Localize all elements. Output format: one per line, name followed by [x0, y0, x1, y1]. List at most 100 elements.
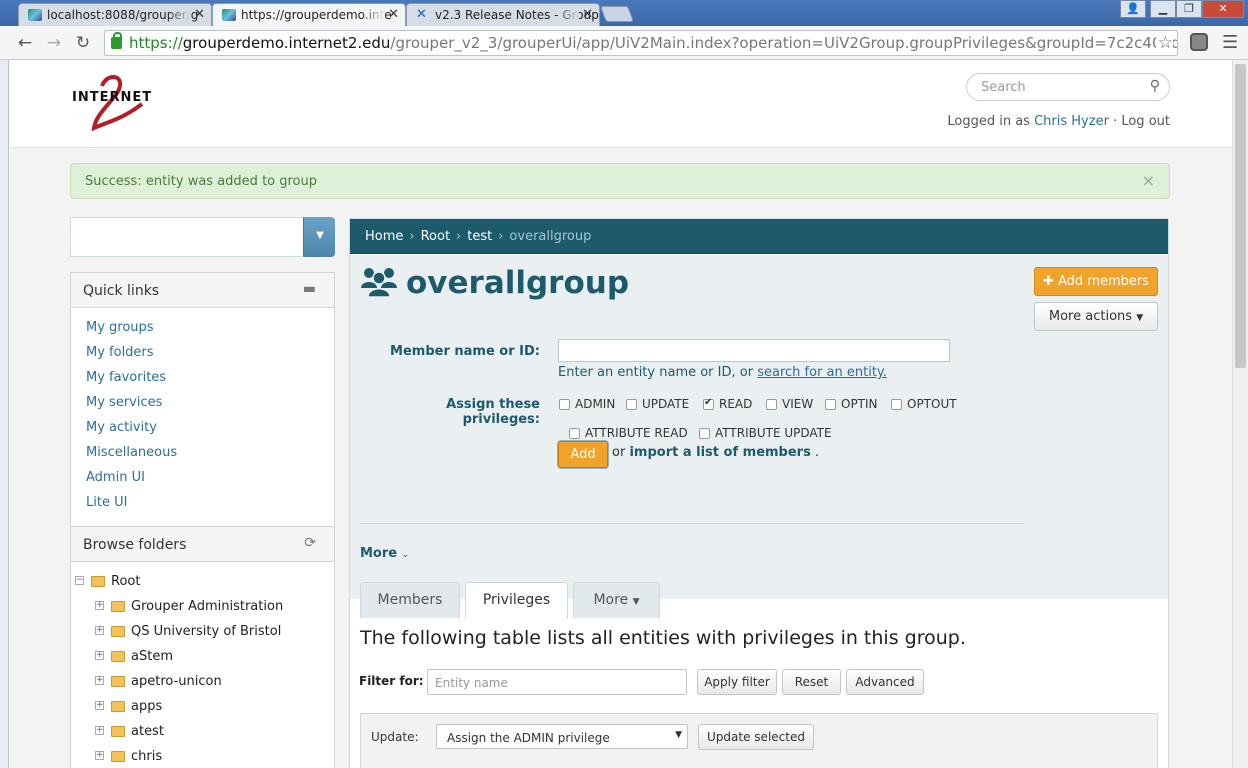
- browser-tab-grouperdemo[interactable]: https://grouperdemo.inte ✕: [212, 3, 406, 26]
- tab-more[interactable]: More ▼: [573, 582, 660, 618]
- more-actions-button[interactable]: More actions ▼: [1034, 302, 1158, 331]
- user-name-link[interactable]: Chris Hyzer: [1034, 114, 1109, 129]
- tree-node-folder[interactable]: + QS University of Bristol: [75, 624, 334, 649]
- address-bar[interactable]: https://grouperdemo.internet2.edu/groupe…: [104, 30, 1178, 56]
- search-icon[interactable]: ⚲: [1150, 78, 1160, 94]
- privilege-view-checkbox[interactable]: VIEW: [766, 397, 813, 411]
- bookmark-star-icon[interactable]: ☆: [1155, 31, 1173, 55]
- checkbox-box[interactable]: [559, 399, 570, 410]
- back-arrow-icon[interactable]: ←: [14, 32, 36, 54]
- import-members-link[interactable]: import a list of members: [629, 445, 810, 460]
- reset-button[interactable]: Reset: [782, 669, 841, 695]
- privilege-attribute-update-checkbox[interactable]: ATTRIBUTE UPDATE: [699, 426, 832, 440]
- quick-link-my-favorites[interactable]: My favorites: [86, 370, 334, 395]
- browser-tab-release-notes[interactable]: ✕ v2.3 Release Notes - Group ✕: [406, 3, 600, 26]
- new-tab-button[interactable]: [600, 6, 634, 22]
- internet2-logo[interactable]: INTERNET: [72, 72, 162, 136]
- tree-node-folder[interactable]: + atest: [75, 724, 334, 749]
- privilege-update-checkbox[interactable]: UPDATE: [626, 397, 689, 411]
- tab-label: Privileges: [482, 592, 551, 608]
- tree-node-root[interactable]: − Root: [75, 574, 334, 599]
- tree-node-folder[interactable]: + aStem: [75, 649, 334, 674]
- breadcrumb-test[interactable]: test: [467, 229, 492, 244]
- chevron-down-icon[interactable]: ▼: [305, 217, 335, 257]
- alert-message: Success: entity was added to group: [85, 174, 318, 189]
- add-button[interactable]: Add: [558, 441, 608, 468]
- restore-icon[interactable]: ❐: [1176, 0, 1202, 18]
- tab-members[interactable]: Members: [360, 582, 460, 618]
- advanced-button[interactable]: Advanced: [846, 669, 924, 695]
- checkbox-box[interactable]: [825, 399, 836, 410]
- tree-node-label: atest: [131, 724, 164, 739]
- create-group-button[interactable]: ✚ Create new group ▼: [70, 217, 335, 257]
- checkbox-label: VIEW: [782, 397, 814, 411]
- apply-filter-button[interactable]: Apply filter: [697, 669, 777, 695]
- checkbox-box[interactable]: [699, 428, 710, 439]
- quick-links-list: My groups My folders My favorites My ser…: [71, 308, 334, 520]
- tab-privileges[interactable]: Privileges: [465, 582, 568, 619]
- reload-icon[interactable]: ↻: [72, 32, 94, 54]
- collapse-icon[interactable]: ▬: [303, 281, 316, 297]
- filter-input[interactable]: Entity name: [427, 669, 687, 695]
- quick-link-my-folders[interactable]: My folders: [86, 345, 334, 370]
- search-entity-link[interactable]: search for an entity.: [757, 365, 887, 380]
- window-close-icon[interactable]: ✕: [1202, 0, 1244, 18]
- extension-icon[interactable]: [1190, 33, 1208, 51]
- quick-link-my-services[interactable]: My services: [86, 395, 334, 420]
- expand-node-icon[interactable]: +: [95, 676, 104, 685]
- quick-link-miscellaneous[interactable]: Miscellaneous: [86, 445, 334, 470]
- quick-link-my-activity[interactable]: My activity: [86, 420, 334, 445]
- quick-link-lite-ui[interactable]: Lite UI: [86, 495, 334, 520]
- close-tab-icon[interactable]: ✕: [388, 7, 399, 22]
- checkbox-box[interactable]: [569, 428, 580, 439]
- refresh-icon[interactable]: ⟳: [304, 535, 316, 551]
- breadcrumb-root[interactable]: Root: [421, 229, 450, 244]
- privilege-read-checkbox[interactable]: READ: [703, 397, 752, 411]
- tree-node-folder[interactable]: + chris: [75, 749, 334, 768]
- checkbox-box[interactable]: [766, 399, 777, 410]
- user-icon[interactable]: 👤: [1120, 0, 1146, 18]
- create-group-main[interactable]: ✚ Create new group: [70, 217, 304, 257]
- privilege-optout-checkbox[interactable]: OPTOUT: [891, 397, 957, 411]
- member-name-input[interactable]: [558, 339, 950, 362]
- browser-tab-localhost[interactable]: localhost:8088/grouper/g ✕: [18, 3, 212, 26]
- tree-node-folder[interactable]: + apetro-unicon: [75, 674, 334, 699]
- browser-menu-icon[interactable]: ☰: [1222, 32, 1238, 53]
- browse-folders-header: Browse folders ⟳: [71, 527, 334, 562]
- checkbox-box[interactable]: [891, 399, 902, 410]
- quick-link-my-groups[interactable]: My groups: [86, 320, 334, 345]
- privilege-optin-checkbox[interactable]: OPTIN: [825, 397, 878, 411]
- quick-link-admin-ui[interactable]: Admin UI: [86, 470, 334, 495]
- page-scrollbar[interactable]: [1232, 60, 1248, 768]
- privileges-table-title: The following table lists all entities w…: [360, 627, 966, 649]
- checkbox-box[interactable]: [626, 399, 637, 410]
- add-members-button[interactable]: ✚ Add members: [1034, 267, 1158, 296]
- expand-node-icon[interactable]: +: [95, 626, 104, 635]
- more-toggle[interactable]: More ⌄: [360, 546, 409, 561]
- privilege-action-select[interactable]: Assign the ADMIN privilege ▼: [436, 724, 688, 749]
- dropdown-arrow-icon: ▼: [675, 730, 682, 740]
- expand-node-icon[interactable]: +: [95, 651, 104, 660]
- expand-node-icon[interactable]: +: [95, 751, 104, 760]
- checkbox-box-checked[interactable]: [703, 397, 714, 410]
- minimize-icon[interactable]: ▁: [1150, 0, 1176, 18]
- breadcrumb-home[interactable]: Home: [365, 229, 403, 244]
- tree-node-folder[interactable]: + apps: [75, 699, 334, 724]
- privilege-attribute-read-checkbox[interactable]: ATTRIBUTE READ: [569, 426, 688, 440]
- update-selected-button[interactable]: Update selected: [698, 724, 814, 750]
- folder-icon: [111, 601, 125, 612]
- expand-node-icon[interactable]: +: [95, 601, 104, 610]
- tree-node-folder[interactable]: + Grouper Administration: [75, 599, 334, 624]
- forward-arrow-icon[interactable]: →: [43, 32, 65, 54]
- expand-node-icon[interactable]: +: [95, 726, 104, 735]
- logout-link[interactable]: Log out: [1121, 114, 1170, 129]
- scrollbar-thumb[interactable]: [1235, 64, 1246, 368]
- search-input[interactable]: Search ⚲: [966, 73, 1170, 101]
- privilege-admin-checkbox[interactable]: ADMIN: [559, 397, 615, 411]
- folder-icon: [111, 626, 125, 637]
- collapse-node-icon[interactable]: −: [75, 576, 84, 585]
- close-tab-icon[interactable]: ✕: [194, 7, 205, 22]
- close-icon[interactable]: ×: [1142, 171, 1155, 190]
- expand-node-icon[interactable]: +: [95, 701, 104, 710]
- close-tab-icon[interactable]: ✕: [582, 7, 593, 22]
